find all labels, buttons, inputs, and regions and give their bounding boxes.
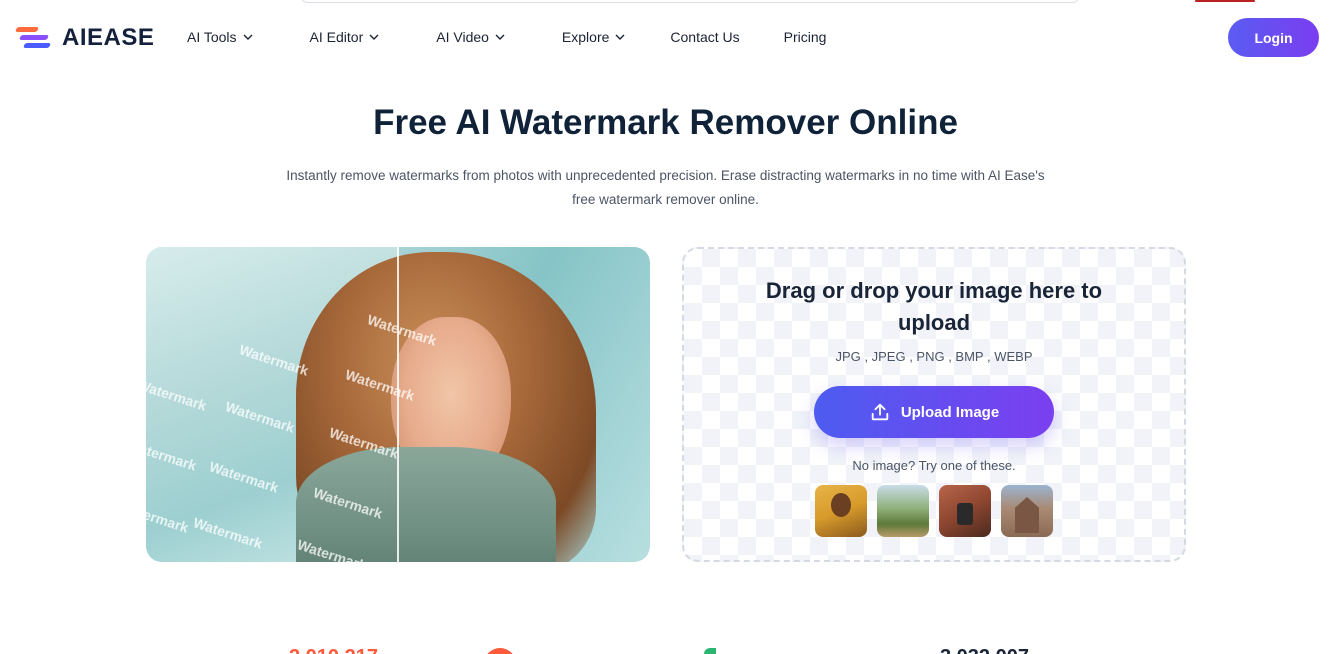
comparison-divider[interactable] xyxy=(397,247,399,562)
nav-pricing[interactable]: Pricing xyxy=(784,29,827,45)
chevron-down-icon xyxy=(495,34,505,40)
supported-formats: JPG , JPEG , PNG , BMP , WEBP xyxy=(835,349,1033,364)
browser-red-mark xyxy=(1195,0,1255,2)
login-button[interactable]: Login xyxy=(1228,18,1319,57)
nav-label: AI Editor xyxy=(309,29,364,45)
sample-product-thumbnail[interactable] xyxy=(939,485,991,537)
upload-button-label: Upload Image xyxy=(900,403,1000,421)
upload-image-button[interactable]: Upload Image xyxy=(814,386,1054,438)
nav-contact-us[interactable]: Contact Us xyxy=(670,29,739,45)
subtitle-line-1: Instantly remove watermarks from photos … xyxy=(286,168,1045,183)
page-title: Free AI Watermark Remover Online xyxy=(373,103,958,142)
chevron-down-icon xyxy=(369,34,379,40)
sample-prompt: No image? Try one of these. xyxy=(852,458,1016,473)
address-bar-edge xyxy=(300,0,1080,3)
chevron-down-icon xyxy=(615,34,625,40)
nav-ai-video[interactable]: AI Video xyxy=(436,29,506,45)
stat-count-1: 2,010,217 xyxy=(289,646,378,654)
chevron-down-icon xyxy=(243,34,253,40)
before-after-preview: Watermark Watermark Watermark Watermark … xyxy=(146,247,650,562)
page-subtitle: Instantly remove watermarks from photos … xyxy=(260,164,1071,212)
nav-label: AI Tools xyxy=(187,29,237,45)
nav-label: Explore xyxy=(561,29,610,45)
brand-logo[interactable]: AIEASE xyxy=(14,24,154,52)
stat-count-2: 3,032,007 xyxy=(940,646,1029,654)
nav-label: Pricing xyxy=(783,29,827,45)
leaf-icon xyxy=(704,648,716,654)
sample-images xyxy=(815,485,1053,537)
brand-name: AIEASE xyxy=(62,24,155,51)
subtitle-line-2: free watermark remover online. xyxy=(572,192,759,207)
upload-icon xyxy=(871,403,889,421)
site-header: AIEASE AI Tools AI Editor AI Video Explo… xyxy=(0,8,1331,70)
nav-label: AI Video xyxy=(436,29,489,45)
logo-icon xyxy=(14,25,54,51)
sample-building-thumbnail[interactable] xyxy=(1001,485,1053,537)
nav-explore[interactable]: Explore xyxy=(562,29,626,45)
nav-label: Contact Us xyxy=(670,29,740,45)
sample-landscape-thumbnail[interactable] xyxy=(877,485,929,537)
dropzone-title: Drag or drop your image here to upload xyxy=(765,278,1103,335)
nav-ai-tools[interactable]: AI Tools xyxy=(187,29,254,45)
stat-badge-icon xyxy=(484,648,516,654)
main-nav: AI Tools AI Editor AI Video Explore Cont… xyxy=(187,29,826,45)
browser-top-strip xyxy=(0,0,1331,8)
nav-ai-editor[interactable]: AI Editor xyxy=(310,29,381,45)
upload-dropzone[interactable]: Drag or drop your image here to upload J… xyxy=(682,247,1186,562)
sample-portrait-thumbnail[interactable] xyxy=(815,485,867,537)
